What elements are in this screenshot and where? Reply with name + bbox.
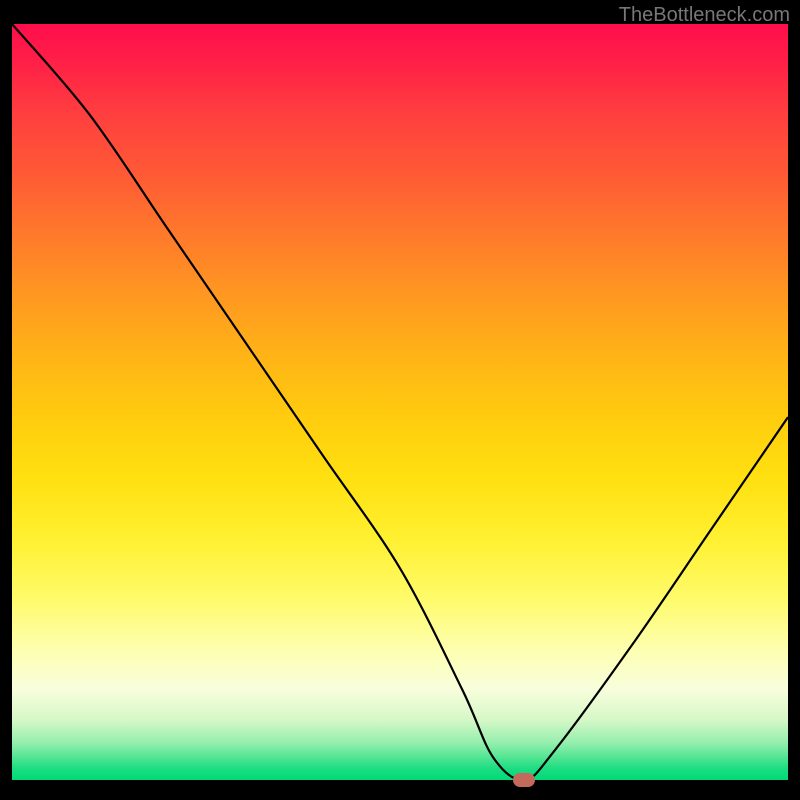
optimal-marker [513,773,535,787]
watermark-text: TheBottleneck.com [619,4,790,27]
chart-container: TheBottleneck.com [0,0,800,800]
bottleneck-curve [12,24,788,788]
plot-area [12,24,788,788]
